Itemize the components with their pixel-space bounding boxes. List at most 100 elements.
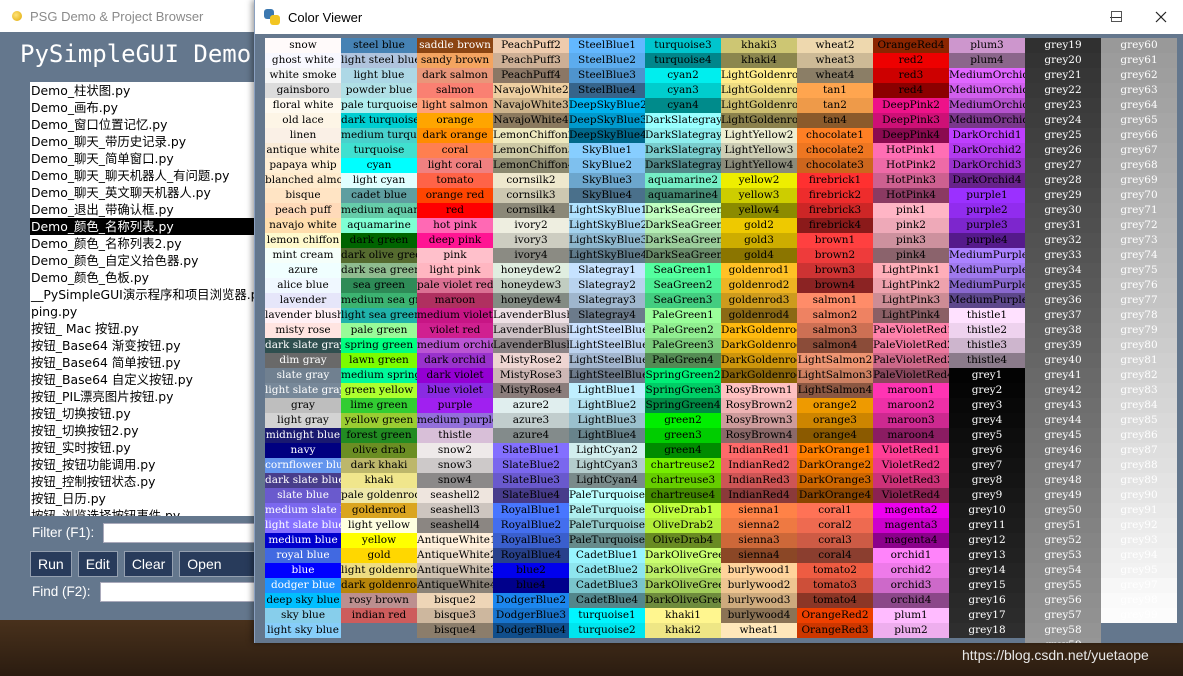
color-swatch[interactable]: NavajoWhite3 xyxy=(493,98,569,113)
color-swatch[interactable]: DarkOrange3 xyxy=(797,473,873,488)
color-swatch[interactable]: misty rose xyxy=(265,323,341,338)
color-swatch[interactable]: grey99 xyxy=(1101,608,1177,623)
color-swatch[interactable]: pink4 xyxy=(873,248,949,263)
color-swatch[interactable]: grey95 xyxy=(1101,563,1177,578)
color-swatch[interactable]: green yellow xyxy=(341,383,417,398)
color-swatch[interactable]: green3 xyxy=(645,428,721,443)
color-swatch[interactable]: RoyalBlue3 xyxy=(493,533,569,548)
file-list-item[interactable]: 按钮_ Mac 按钮.py xyxy=(30,320,255,337)
color-swatch[interactable]: DarkSlategray4 xyxy=(645,158,721,173)
file-list-item[interactable]: Demo_聊天_聊天机器人_有问题.py xyxy=(30,167,255,184)
color-swatch[interactable]: Slategray1 xyxy=(569,263,645,278)
color-swatch[interactable]: cyan3 xyxy=(645,83,721,98)
color-swatch[interactable]: NavajoWhite4 xyxy=(493,113,569,128)
color-swatch[interactable]: turquoise1 xyxy=(569,608,645,623)
color-swatch[interactable]: LightGoldenrod3 xyxy=(721,98,797,113)
file-list-item[interactable]: Demo_颜色_自定义拾色器.py xyxy=(30,252,255,269)
color-swatch[interactable]: Slategray3 xyxy=(569,293,645,308)
color-swatch[interactable]: green4 xyxy=(645,443,721,458)
file-list-item[interactable]: 按钮_PIL漂亮图片按钮.py xyxy=(30,388,255,405)
file-list-item[interactable]: 按钮_日历.py xyxy=(30,490,255,507)
color-swatch[interactable]: firebrick4 xyxy=(797,218,873,233)
color-swatch[interactable]: burlywood4 xyxy=(721,608,797,623)
color-swatch[interactable]: IndianRed1 xyxy=(721,443,797,458)
color-swatch[interactable]: PaleGreen2 xyxy=(645,323,721,338)
color-swatch[interactable]: sienna1 xyxy=(721,503,797,518)
color-swatch[interactable]: sienna3 xyxy=(721,533,797,548)
color-swatch[interactable]: aquamarine4 xyxy=(645,188,721,203)
color-swatch[interactable]: grey47 xyxy=(1025,458,1101,473)
color-swatch[interactable]: grey53 xyxy=(1025,548,1101,563)
color-swatch[interactable]: grey93 xyxy=(1101,533,1177,548)
color-swatch[interactable]: red4 xyxy=(873,83,949,98)
color-swatch[interactable]: thistle2 xyxy=(949,323,1025,338)
color-swatch[interactable]: tan2 xyxy=(797,98,873,113)
color-swatch[interactable]: grey79 xyxy=(1101,323,1177,338)
color-swatch[interactable]: grey94 xyxy=(1101,548,1177,563)
color-swatch[interactable]: DarkOrange1 xyxy=(797,443,873,458)
color-swatch[interactable]: grey66 xyxy=(1101,128,1177,143)
color-swatch[interactable]: grey85 xyxy=(1101,413,1177,428)
color-swatch[interactable]: gray xyxy=(265,398,341,413)
color-swatch[interactable]: plum4 xyxy=(949,53,1025,68)
color-swatch[interactable]: grey38 xyxy=(1025,323,1101,338)
color-swatch[interactable]: grey97 xyxy=(1101,578,1177,593)
color-swatch[interactable]: forest green xyxy=(341,428,417,443)
color-swatch[interactable]: steel blue xyxy=(341,38,417,53)
color-swatch[interactable]: MistyRose2 xyxy=(493,353,569,368)
file-list-item[interactable]: 按钮_切换按钮2.py xyxy=(30,422,255,439)
color-swatch[interactable]: plum2 xyxy=(873,623,949,638)
color-swatch[interactable]: grey92 xyxy=(1101,518,1177,533)
color-swatch[interactable]: SkyBlue1 xyxy=(569,143,645,158)
color-swatch[interactable]: DodgerBlue3 xyxy=(493,608,569,623)
color-swatch[interactable]: powder blue xyxy=(341,83,417,98)
color-swatch[interactable]: grey98 xyxy=(1101,593,1177,608)
color-swatch[interactable]: LavenderBlush3 xyxy=(493,323,569,338)
color-swatch[interactable]: blue2 xyxy=(493,563,569,578)
color-swatch[interactable]: grey25 xyxy=(1025,128,1101,143)
color-swatch[interactable]: light coral xyxy=(417,158,493,173)
color-swatch[interactable]: lawn green xyxy=(341,353,417,368)
color-swatch[interactable]: lavender blush xyxy=(265,308,341,323)
color-swatch[interactable]: grey40 xyxy=(1025,353,1101,368)
color-swatch[interactable]: grey76 xyxy=(1101,278,1177,293)
color-swatch[interactable]: grey39 xyxy=(1025,338,1101,353)
color-swatch[interactable]: OliveDrab4 xyxy=(645,533,721,548)
color-swatch[interactable]: orchid3 xyxy=(873,578,949,593)
color-swatch[interactable]: tomato3 xyxy=(797,578,873,593)
color-swatch[interactable]: chocolate1 xyxy=(797,128,873,143)
color-swatch[interactable]: azure3 xyxy=(493,413,569,428)
color-swatch[interactable]: purple1 xyxy=(949,188,1025,203)
color-swatch[interactable]: grey80 xyxy=(1101,338,1177,353)
color-swatch[interactable]: grey58 xyxy=(1025,623,1101,638)
color-swatch[interactable]: SlateBlue1 xyxy=(493,443,569,458)
color-swatch[interactable]: SpringGreen4 xyxy=(645,398,721,413)
color-swatch[interactable]: grey10 xyxy=(949,503,1025,518)
color-swatch[interactable]: tomato2 xyxy=(797,563,873,578)
color-swatch[interactable]: orange4 xyxy=(797,428,873,443)
color-swatch[interactable]: OrangeRed3 xyxy=(797,623,873,638)
color-swatch[interactable]: indian red xyxy=(341,608,417,623)
color-swatch[interactable]: medium spring green xyxy=(341,368,417,383)
color-swatch[interactable]: yellow xyxy=(341,533,417,548)
color-swatch[interactable]: LightCyan4 xyxy=(569,473,645,488)
color-swatch[interactable]: royal blue xyxy=(265,548,341,563)
color-swatch[interactable]: bisque xyxy=(265,188,341,203)
color-swatch[interactable]: maroon xyxy=(417,293,493,308)
color-swatch[interactable]: SlateBlue4 xyxy=(493,488,569,503)
color-swatch[interactable]: turquoise3 xyxy=(645,38,721,53)
color-swatch[interactable]: yellow4 xyxy=(721,203,797,218)
color-swatch[interactable]: wheat3 xyxy=(797,53,873,68)
color-swatch[interactable]: firebrick3 xyxy=(797,203,873,218)
color-swatch[interactable]: LightCyan2 xyxy=(569,443,645,458)
color-swatch[interactable]: light salmon xyxy=(417,98,493,113)
color-swatch[interactable]: magenta2 xyxy=(873,503,949,518)
cv-title-bar[interactable]: Color Viewer xyxy=(255,0,1183,34)
file-list-item[interactable]: Demo_聊天_简单窗口.py xyxy=(30,150,255,167)
color-swatch[interactable]: DarkOliveGreen1 xyxy=(645,548,721,563)
color-swatch[interactable]: light slate blue xyxy=(265,518,341,533)
color-swatch[interactable]: blue violet xyxy=(417,383,493,398)
color-swatch[interactable]: maroon2 xyxy=(873,398,949,413)
color-swatch[interactable]: chartreuse4 xyxy=(645,488,721,503)
color-swatch[interactable]: coral4 xyxy=(797,548,873,563)
